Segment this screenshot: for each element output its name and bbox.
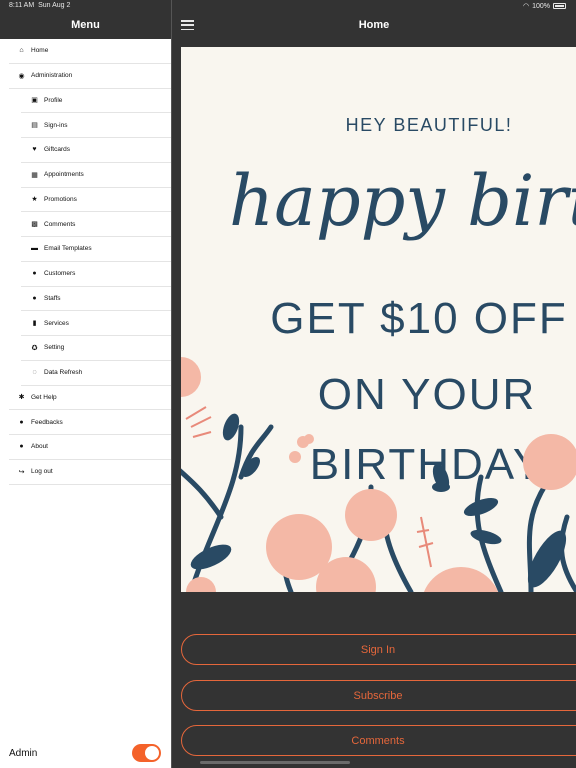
- promo-offer: GET $10 OFF: [270, 294, 568, 343]
- logout-icon: ↪: [18, 468, 25, 476]
- sidebar-item-email-templates[interactable]: ▬ Email Templates: [21, 237, 171, 262]
- sidebar-item-home[interactable]: ⌂ Home: [9, 39, 171, 64]
- sidebar-item-log-out[interactable]: ↪ Log out: [9, 460, 171, 485]
- promo-birthday: BIRTHDAY: [310, 440, 544, 489]
- sidebar-item-appointments[interactable]: ▦ Appointments: [21, 163, 171, 188]
- menu-list: ⌂ Home ◉ Administration ▣ Profile ▤ Sign-ins ♥ Gi…: [0, 39, 171, 485]
- sidebar-item-label: Giftcards: [44, 146, 71, 154]
- battery-percent: 100%: [532, 2, 550, 10]
- sidebar-title: Menu: [71, 19, 100, 31]
- sidebar-item-label: Appointments: [44, 171, 84, 179]
- sidebar-item-get-help[interactable]: ✱ Get Help: [9, 386, 171, 411]
- toggle-knob: [145, 746, 159, 760]
- wifi-icon: ◠: [522, 3, 530, 10]
- sidebar-item-label: Promotions: [44, 195, 77, 203]
- sidebar-item-label: Comments: [44, 220, 76, 228]
- sidebar-item-label: Log out: [31, 468, 53, 476]
- sidebar-item-label: Home: [31, 47, 49, 55]
- subscribe-button[interactable]: Subscribe: [181, 680, 576, 711]
- promo-greeting: HEY BEAUTIFUL!: [346, 115, 513, 135]
- sidebar-item-services[interactable]: ▮ Services: [21, 311, 171, 336]
- sidebar-item-setting[interactable]: ✪ Setting: [21, 336, 171, 361]
- admin-icon: ◉: [18, 72, 25, 80]
- star-icon: ★: [31, 196, 38, 204]
- admin-label: Admin: [9, 747, 38, 759]
- sidebar-item-label: Administration: [31, 72, 73, 80]
- sidebar-item-profile[interactable]: ▣ Profile: [21, 89, 171, 114]
- sidebar-item-label: Get Help: [31, 393, 57, 401]
- main-content: Home HEY BEAUTIFUL! happy birthday GET $…: [171, 0, 576, 768]
- sidebar-item-label: Data Refresh: [44, 369, 83, 377]
- comments-button[interactable]: Comments: [181, 725, 576, 756]
- status-right: ◠ 100%: [523, 2, 566, 10]
- sidebar-item-comments[interactable]: ▩ Comments: [21, 212, 171, 237]
- calendar-icon: ▦: [31, 171, 38, 179]
- folder-icon: ▬: [31, 245, 38, 253]
- sidebar-item-label: Customers: [44, 270, 76, 278]
- sidebar-item-customers[interactable]: ● Customers: [21, 262, 171, 287]
- sidebar-item-staffs[interactable]: ● Staffs: [21, 287, 171, 312]
- status-time: 8:11 AM Sun Aug 2: [9, 2, 71, 9]
- comments-icon: ▩: [31, 221, 38, 229]
- staffs-icon: ●: [32, 294, 37, 302]
- promo-on-your: ON YOUR: [318, 370, 537, 419]
- info-icon: ●: [19, 443, 24, 451]
- promo-script: happy birthday: [229, 160, 576, 242]
- sidebar-item-sign-ins[interactable]: ▤ Sign-ins: [21, 113, 171, 138]
- gear-icon: ✪: [31, 344, 38, 352]
- sidebar-item-label: Profile: [44, 96, 63, 104]
- sidebar-item-label: About: [31, 443, 48, 451]
- sidebar-item-about[interactable]: ● About: [9, 435, 171, 460]
- heart-icon: ♥: [32, 146, 37, 154]
- page-title: Home: [358, 19, 390, 31]
- sidebar-item-promotions[interactable]: ★ Promotions: [21, 188, 171, 213]
- feedback-icon: ●: [19, 418, 24, 426]
- sign-in-button[interactable]: Sign In: [181, 634, 576, 665]
- services-icon: ▮: [32, 320, 37, 328]
- sidebar-item-label: Sign-ins: [44, 121, 68, 129]
- admin-toggle[interactable]: [132, 744, 161, 762]
- home-indicator: [200, 761, 350, 764]
- book-icon: ▣: [31, 97, 38, 105]
- sidebar-item-administration[interactable]: ◉ Administration: [9, 64, 171, 89]
- sidebar-item-label: Setting: [44, 344, 65, 352]
- sidebar-item-label: Feedbacks: [31, 418, 63, 426]
- sidebar-item-feedbacks[interactable]: ● Feedbacks: [9, 410, 171, 435]
- sidebar-item-label: Services: [44, 319, 69, 327]
- status-bar: 8:11 AM Sun Aug 2 ◠ 100%: [0, 0, 576, 12]
- sidebar: Menu ⌂ Home ◉ Administration ▣ Profile ▤ Sign-i…: [0, 0, 171, 768]
- sidebar-item-label: Staffs: [44, 294, 61, 302]
- sidebar-item-giftcards[interactable]: ♥ Giftcards: [21, 138, 171, 163]
- help-icon: ✱: [18, 394, 25, 402]
- battery-icon: [553, 3, 566, 9]
- sidebar-item-label: Email Templates: [44, 245, 92, 253]
- signin-icon: ▤: [31, 122, 38, 130]
- home-icon: ⌂: [19, 47, 24, 55]
- sidebar-item-data-refresh[interactable]: ◌ Data Refresh: [21, 361, 171, 386]
- customers-icon: ●: [32, 270, 37, 278]
- sidebar-footer: Admin: [0, 738, 171, 768]
- refresh-icon: ◌: [32, 369, 37, 377]
- birthday-promo-image: HEY BEAUTIFUL! happy birthday GET $10 OF…: [181, 47, 576, 592]
